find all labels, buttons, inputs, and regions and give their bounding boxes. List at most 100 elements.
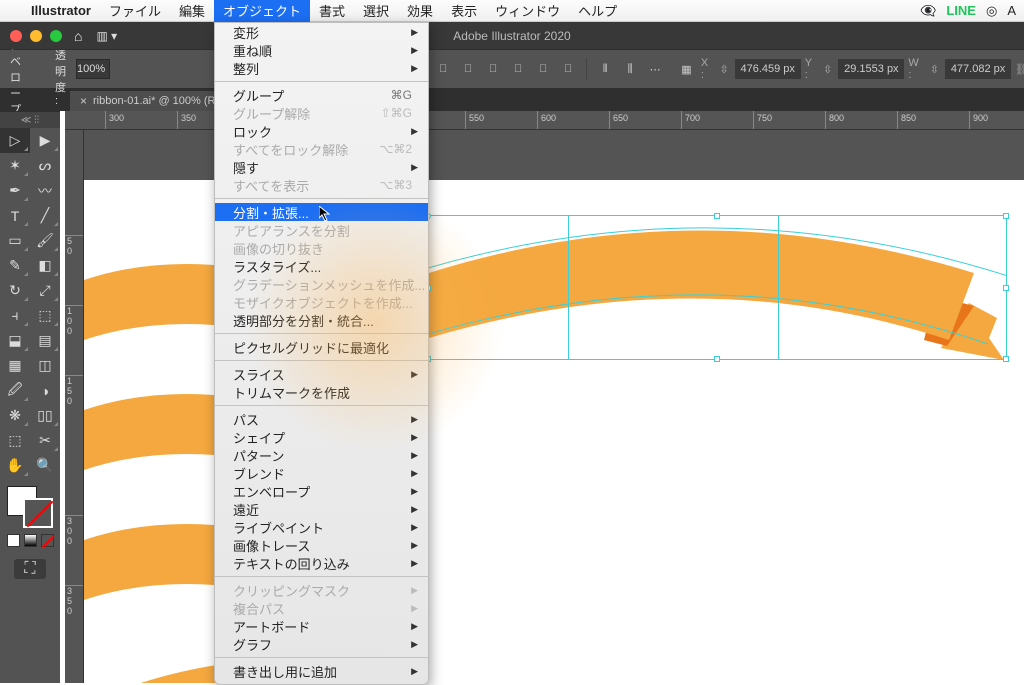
align-more-icon[interactable]: ⋯ (644, 58, 666, 80)
menu-align[interactable]: 整列 (215, 59, 428, 77)
pen-tool[interactable]: ✒ (0, 178, 30, 203)
app-name[interactable]: Illustrator (22, 3, 100, 18)
lasso-tool[interactable]: ᔕ (30, 153, 60, 178)
menu-path[interactable]: パス (215, 410, 428, 428)
zoom-tool[interactable]: 🔍 (30, 453, 60, 478)
menu-add-export[interactable]: 書き出し用に追加 (215, 662, 428, 680)
menu-shape[interactable]: シェイプ (215, 428, 428, 446)
blend-tool[interactable]: ◑ (30, 378, 60, 403)
menu-expand[interactable]: 分割・拡張... (215, 203, 428, 221)
link-wh-icon[interactable]: ⛓ (1015, 63, 1024, 76)
menu-view[interactable]: 表示 (442, 0, 486, 22)
view-mode-dropdown[interactable]: ▥ ▾ (96, 29, 117, 43)
free-transform-tool[interactable]: ⬚ (30, 303, 60, 328)
gradient-tool[interactable]: ◫ (30, 353, 60, 378)
menu-graph[interactable]: グラフ (215, 635, 428, 653)
menu-slice[interactable]: スライス (215, 365, 428, 383)
target-icon[interactable]: ◎ (986, 3, 997, 19)
minimize-window-icon[interactable] (30, 30, 42, 42)
magic-wand-tool[interactable]: ✶ (0, 153, 30, 178)
menu-group[interactable]: グループ⌘G (215, 86, 428, 104)
x-field[interactable]: 476.459 px (735, 59, 801, 79)
align-bottom-icon[interactable]: 􀌌 (557, 58, 579, 80)
vertical-ruler[interactable]: 50100150350300 (65, 130, 84, 683)
stroke-swatch[interactable] (23, 498, 53, 528)
menu-flatten-transparency[interactable]: 透明部分を分割・統合... (215, 311, 428, 329)
tools-grip[interactable]: ≪ ⫶⫶ (0, 112, 60, 128)
rotate-tool[interactable]: ↻ (0, 278, 30, 303)
line-icon[interactable]: LINE (946, 3, 976, 18)
ribbon-artwork-4[interactable] (84, 520, 214, 610)
width-tool[interactable]: ⫞ (0, 303, 30, 328)
distribute-v-icon[interactable]: ⫴ (594, 58, 616, 80)
screen-mode-button[interactable]: ⛶ (14, 559, 46, 579)
selection-tool[interactable]: ▷ (0, 128, 30, 153)
menu-type[interactable]: 書式 (310, 0, 354, 22)
menu-select[interactable]: 選択 (354, 0, 398, 22)
menu-lock[interactable]: ロック (215, 122, 428, 140)
menu-arrange[interactable]: 重ね順 (215, 41, 428, 59)
curvature-tool[interactable]: 〰 (30, 178, 60, 203)
align-left-icon[interactable]: 􀌇 (432, 58, 454, 80)
rectangle-tool[interactable]: ▭ (0, 228, 30, 253)
ribbon-artwork-3[interactable] (84, 390, 214, 480)
stepper-icon[interactable]: ⇳ (928, 63, 941, 76)
close-tab-icon[interactable]: × (80, 94, 87, 108)
menu-pattern[interactable]: パターン (215, 446, 428, 464)
menu-pixel-perfect[interactable]: ピクセルグリッドに最適化 (215, 338, 428, 356)
perspective-tool[interactable]: ▤ (30, 328, 60, 353)
distribute-h-icon[interactable]: ⫼ (619, 58, 641, 80)
fill-stroke-swatch[interactable] (7, 486, 53, 528)
graph-tool[interactable]: ▯▯ (30, 403, 60, 428)
eraser-tool[interactable]: ◧ (30, 253, 60, 278)
letter-a-icon[interactable]: A (1007, 3, 1016, 18)
menu-window[interactable]: ウィンドウ (486, 0, 569, 22)
horizontal-ruler[interactable]: 3003504004505005506006507007508008509009… (65, 111, 1024, 130)
hand-tool[interactable]: ✋ (0, 453, 30, 478)
menu-text-wrap[interactable]: テキストの回り込み (215, 554, 428, 572)
menu-blend[interactable]: ブレンド (215, 464, 428, 482)
menu-file[interactable]: ファイル (100, 0, 170, 22)
home-button[interactable]: ⌂ (74, 28, 82, 44)
document-tab[interactable]: × ribbon-01.ai* @ 100% (RC (70, 91, 233, 111)
mesh-tool[interactable]: ▦ (0, 353, 30, 378)
menu-trim-marks[interactable]: トリムマークを作成 (215, 383, 428, 401)
stepper-icon[interactable]: ⇳ (718, 63, 731, 76)
menu-edit[interactable]: 編集 (170, 0, 214, 22)
direct-selection-tool[interactable]: ▶ (30, 128, 60, 153)
menu-perspective[interactable]: 遠近 (215, 500, 428, 518)
selection-bounding-box[interactable] (427, 215, 1007, 360)
traffic-lights[interactable] (0, 30, 62, 42)
menu-help[interactable]: ヘルプ (569, 0, 626, 22)
color-mode-buttons[interactable] (7, 534, 60, 547)
align-right-icon[interactable]: 􀌉 (482, 58, 504, 80)
shaper-tool[interactable]: ✎ (0, 253, 30, 278)
align-vcenter-icon[interactable]: 􀌋 (532, 58, 554, 80)
reference-point-icon[interactable]: ▦ (676, 58, 697, 80)
menu-rasterize[interactable]: ラスタライズ... (215, 257, 428, 275)
stepper-icon[interactable]: ⇳ (821, 63, 834, 76)
menu-hide[interactable]: 隠す (215, 158, 428, 176)
menu-effect[interactable]: 効果 (398, 0, 442, 22)
close-window-icon[interactable] (10, 30, 22, 42)
eye-slash-icon[interactable]: 👁‍🗨 (920, 3, 936, 19)
slice-tool[interactable]: ✂ (30, 428, 60, 453)
line-tool[interactable]: ╱ (30, 203, 60, 228)
menu-envelope[interactable]: エンベロープ (215, 482, 428, 500)
scale-tool[interactable]: ⤢ (30, 278, 60, 303)
shape-builder-tool[interactable]: ⬓ (0, 328, 30, 353)
align-top-icon[interactable]: 􀌊 (507, 58, 529, 80)
menu-object[interactable]: オブジェクト (214, 0, 310, 22)
ribbon-artwork-2[interactable] (84, 260, 214, 350)
w-field[interactable]: 477.082 px (945, 59, 1011, 79)
y-field[interactable]: 29.1553 px (838, 59, 904, 79)
eyedropper-tool[interactable]: 🖉 (0, 378, 30, 403)
artboard-tool[interactable]: ⬚ (0, 428, 30, 453)
type-tool[interactable]: T (0, 203, 30, 228)
symbol-sprayer-tool[interactable]: ❋ (0, 403, 30, 428)
menu-transform[interactable]: 変形 (215, 23, 428, 41)
zoom-window-icon[interactable] (50, 30, 62, 42)
opacity-field[interactable]: 100% (76, 59, 110, 79)
menu-live-paint[interactable]: ライブペイント (215, 518, 428, 536)
align-hcenter-icon[interactable]: 􀌈 (457, 58, 479, 80)
